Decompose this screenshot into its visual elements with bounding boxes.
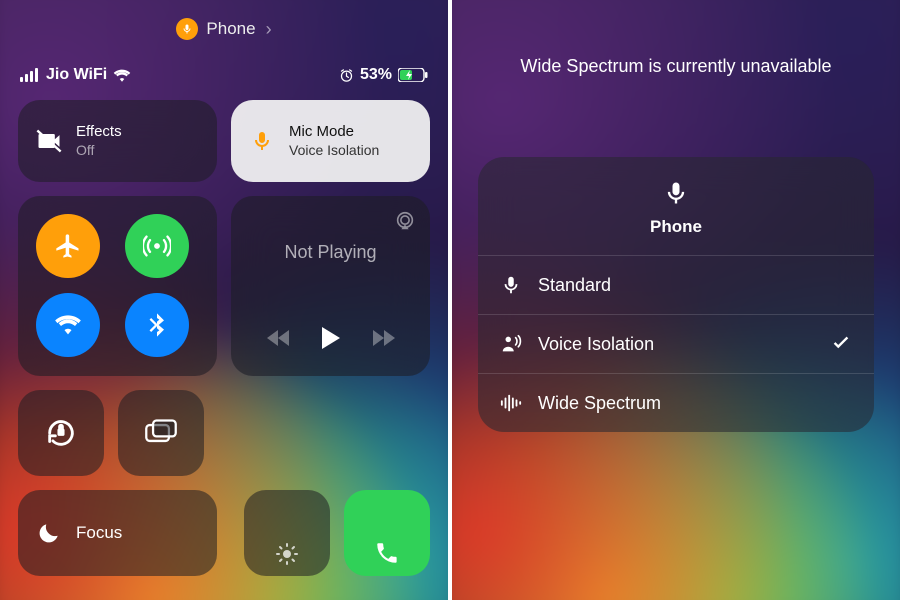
carrier-label: Jio WiFi [46, 66, 107, 84]
option-label: Voice Isolation [538, 334, 654, 355]
option-label: Standard [538, 275, 611, 296]
moon-icon [36, 520, 62, 546]
screen-mirroring-button[interactable] [118, 390, 204, 476]
option-label: Wide Spectrum [538, 393, 661, 414]
phone-icon [374, 540, 400, 566]
media-tile[interactable]: Not Playing [231, 196, 430, 376]
mic-icon [500, 274, 522, 296]
connectivity-tile[interactable] [18, 196, 217, 376]
brightness-slider[interactable] [244, 490, 330, 576]
cellular-bars-icon [20, 68, 40, 82]
airplay-icon[interactable] [394, 210, 416, 237]
mic-option-wide-spectrum[interactable]: Wide Spectrum [478, 373, 874, 432]
next-track-button[interactable] [369, 328, 397, 353]
card-title: Phone [650, 217, 702, 237]
waveform-icon [500, 392, 522, 414]
bluetooth-toggle[interactable] [125, 293, 189, 357]
phone-shortcut[interactable] [344, 490, 430, 576]
mic-mode-card: Phone Standard Voice Isolation Wide Spec… [478, 157, 874, 432]
mic-mode-title: Mic Mode [289, 123, 379, 142]
cellular-toggle[interactable] [125, 214, 189, 278]
unavailable-banner: Wide Spectrum is currently unavailable [452, 56, 900, 77]
chevron-right-icon: › [266, 19, 272, 40]
wifi-icon [113, 68, 131, 82]
focus-tile[interactable]: Focus [18, 490, 217, 576]
brightness-icon [275, 542, 299, 566]
now-playing-label: Not Playing [247, 242, 414, 263]
effects-state: Off [76, 142, 122, 160]
wifi-toggle[interactable] [36, 293, 100, 357]
active-app-pill[interactable]: Phone › [0, 18, 448, 40]
mic-icon [662, 179, 690, 207]
play-button[interactable] [320, 325, 342, 356]
prev-track-button[interactable] [265, 328, 293, 353]
focus-label: Focus [76, 523, 122, 543]
airplane-toggle[interactable] [36, 214, 100, 278]
status-bar: Jio WiFi 53% [0, 66, 448, 84]
effects-title: Effects [76, 123, 122, 142]
rotation-lock-toggle[interactable] [18, 390, 104, 476]
mic-mode-value: Voice Isolation [289, 142, 379, 160]
mic-mode-tile[interactable]: Mic Mode Voice Isolation [231, 100, 430, 182]
mic-icon [247, 126, 277, 156]
alarm-icon [339, 68, 354, 83]
battery-charging-icon [398, 68, 428, 82]
battery-pct: 53% [360, 66, 392, 84]
video-off-icon [34, 126, 64, 156]
person-wave-icon [500, 333, 522, 355]
mic-indicator-icon [176, 18, 198, 40]
mic-option-standard[interactable]: Standard [478, 255, 874, 314]
mic-option-voice-isolation[interactable]: Voice Isolation [478, 314, 874, 373]
effects-tile[interactable]: Effects Off [18, 100, 217, 182]
checkmark-icon [830, 331, 852, 358]
active-app-label: Phone [206, 19, 255, 39]
